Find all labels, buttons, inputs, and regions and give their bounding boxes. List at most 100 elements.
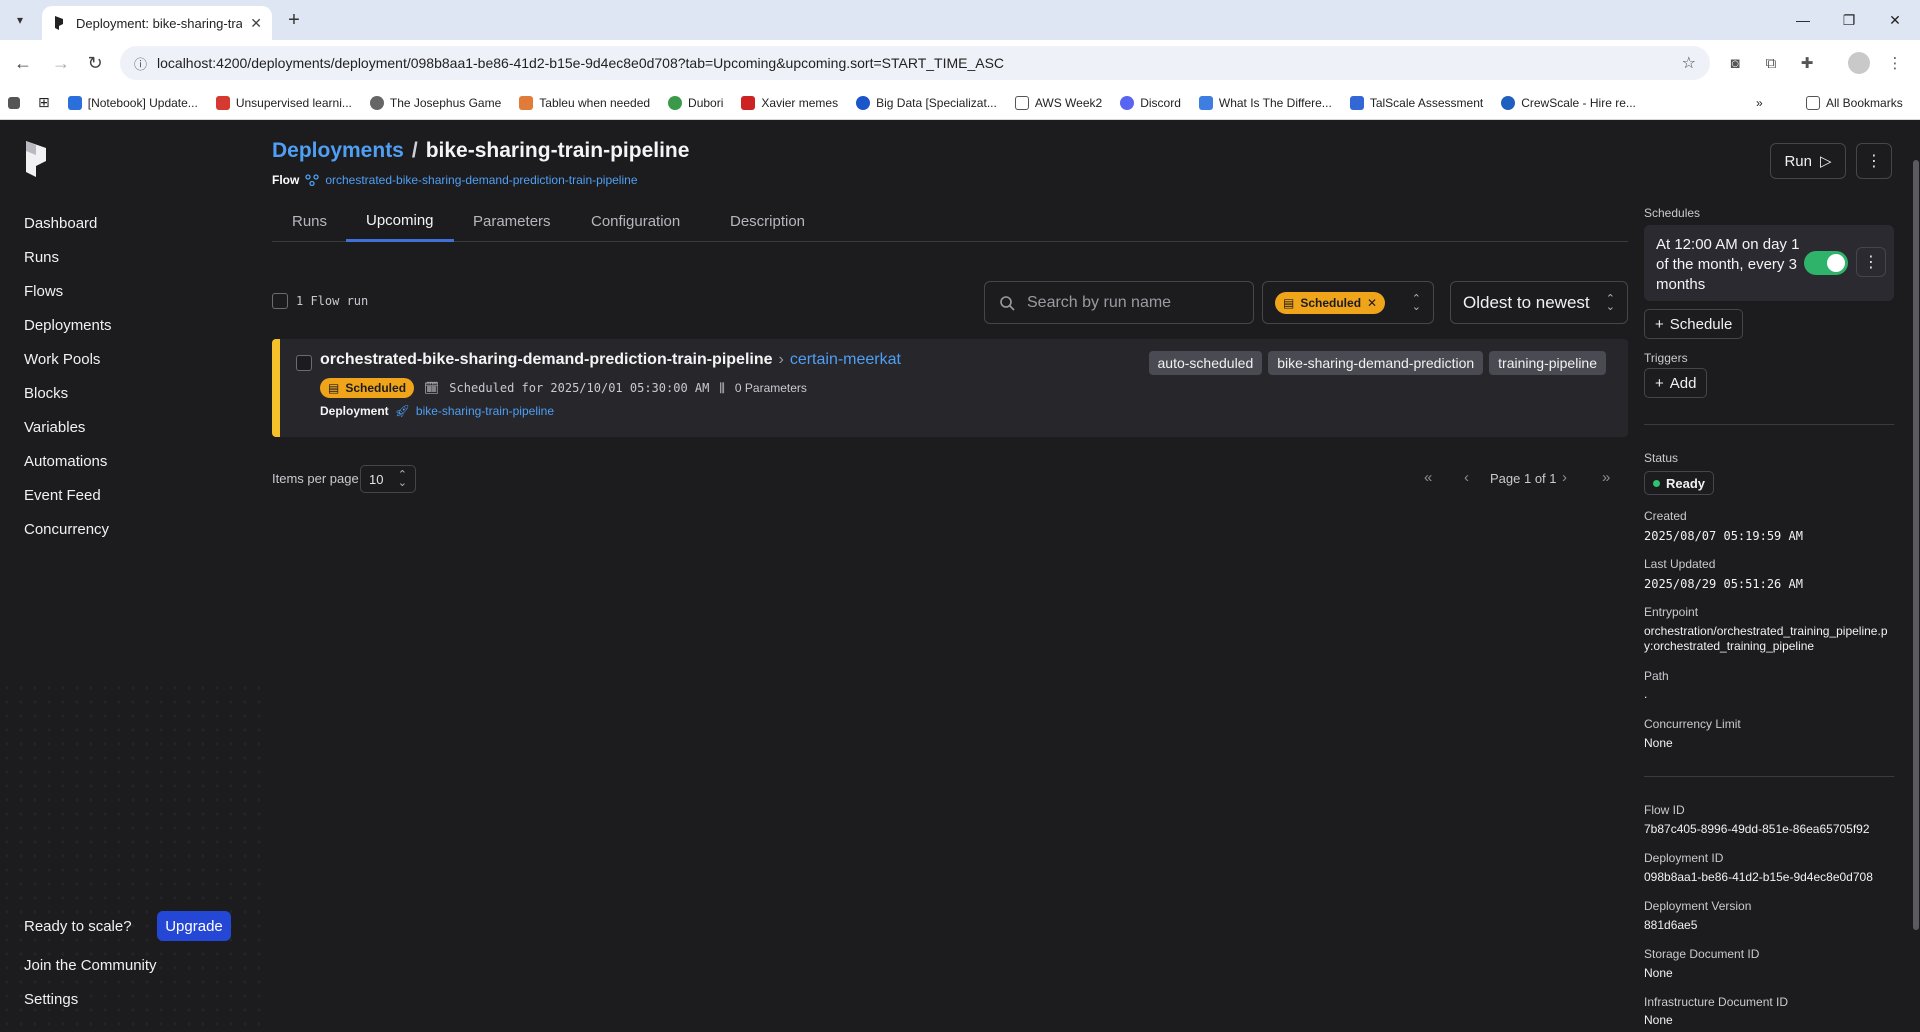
run-checkbox[interactable] <box>296 355 312 371</box>
select-all-checkbox[interactable] <box>272 293 288 309</box>
add-trigger-button[interactable]: + Add <box>1644 368 1708 398</box>
path-label: Path <box>1644 669 1669 683</box>
sidebar-item-work-pools[interactable]: Work Pools <box>24 351 100 368</box>
items-per-page-select[interactable]: 10 ⌃ ⌄ <box>360 465 416 493</box>
tab-description[interactable]: Description <box>710 201 825 242</box>
address-bar[interactable]: ⓘ localhost:4200/deployments/deployment/… <box>120 46 1710 80</box>
bookmark-item[interactable]: Xavier memes <box>741 95 838 110</box>
tag-badge: training-pipeline <box>1489 351 1606 375</box>
bookmark-folder[interactable]: AWS Week2 <box>1014 95 1102 110</box>
sidebar-toggle-icon[interactable] <box>8 96 20 109</box>
tab-close-icon[interactable]: ✕ <box>250 15 262 32</box>
bookmark-item[interactable]: Dubori <box>668 95 723 110</box>
add-schedule-label: Schedule <box>1669 315 1733 333</box>
extensions-puzzle-icon[interactable]: ✚ <box>1796 52 1818 74</box>
reload-icon[interactable]: ↻ <box>82 50 108 76</box>
schedule-toggle[interactable] <box>1804 251 1848 275</box>
tab-runs[interactable]: Runs <box>272 201 347 242</box>
sidebar-item-flows[interactable]: Flows <box>24 283 63 300</box>
back-arrow-icon[interactable]: ← <box>10 50 36 76</box>
breadcrumb-deployments-link[interactable]: Deployments <box>272 139 404 163</box>
bookmark-item[interactable]: What Is The Differe... <box>1198 95 1332 110</box>
browser-tab[interactable]: Deployment: bike-sharing-train-pipeline … <box>42 6 272 40</box>
more-options-icon[interactable]: ⋮ <box>1856 143 1892 179</box>
more-bookmarks-icon[interactable]: » <box>1756 96 1763 110</box>
infrastructure-document-label: Infrastructure Document ID <box>1644 995 1789 1009</box>
tab-search-icon[interactable]: ⧉ <box>1760 52 1782 74</box>
sidebar-item-dashboard[interactable]: Dashboard <box>24 215 97 232</box>
browser-menu-icon[interactable]: ⋮ <box>1884 52 1906 74</box>
tag-badge: bike-sharing-demand-prediction <box>1268 351 1484 375</box>
schedules-label: Schedules <box>1644 206 1701 220</box>
prefect-app: Dashboard Runs Flows Deployments Work Po… <box>0 121 1920 1032</box>
run-name-link[interactable]: certain-meerkat <box>790 351 901 369</box>
concurrency-limit-label: Concurrency Limit <box>1644 717 1741 731</box>
sidebar-item-blocks[interactable]: Blocks <box>24 385 68 402</box>
select-updown-icon: ⌃ ⌄ <box>397 469 407 489</box>
bookmark-item[interactable]: The Josephus Game <box>369 95 501 110</box>
sidebar-item-variables[interactable]: Variables <box>24 419 85 436</box>
camera-icon[interactable]: ◙ <box>1724 52 1746 74</box>
run-deployment-line: Deployment 🚀︎ bike-sharing-train-pipelin… <box>320 404 554 418</box>
bookmark-item[interactable]: Tableu when needed <box>519 95 650 110</box>
first-page-icon[interactable]: « <box>1424 469 1432 486</box>
upgrade-button[interactable]: Upgrade <box>157 911 231 941</box>
schedule-description: At 12:00 AM on day 1 of the month, every… <box>1656 236 1800 293</box>
storage-document-label: Storage Document ID <box>1644 947 1760 961</box>
run-button[interactable]: Run ▷ <box>1770 143 1846 179</box>
search-icon <box>1000 295 1015 311</box>
profile-avatar-icon[interactable] <box>1848 52 1870 74</box>
deployment-label: Deployment <box>320 404 389 418</box>
run-button-label: Run <box>1784 152 1812 170</box>
bookmark-item[interactable]: TalScale Assessment <box>1349 95 1483 110</box>
bookmark-item[interactable]: CrewScale - Hire re... <box>1501 95 1636 110</box>
bookmark-item[interactable]: Discord <box>1120 95 1181 110</box>
new-tab-plus-icon[interactable]: + <box>282 8 306 32</box>
restore-icon[interactable]: ❐ <box>1826 0 1872 40</box>
last-page-icon[interactable]: » <box>1602 469 1610 486</box>
sort-value: Oldest to newest <box>1463 292 1590 312</box>
sort-select[interactable]: Oldest to newest ⌃ ⌄ <box>1450 281 1628 324</box>
sidebar-item-concurrency[interactable]: Concurrency <box>24 521 109 538</box>
flow-link[interactable]: orchestrated-bike-sharing-demand-predict… <box>325 173 637 187</box>
deployment-link[interactable]: bike-sharing-train-pipeline <box>416 404 554 418</box>
tab-parameters[interactable]: Parameters <box>453 201 571 242</box>
close-window-icon[interactable]: ✕ <box>1872 0 1918 40</box>
bookmark-star-icon[interactable]: ☆ <box>1682 53 1696 73</box>
minimize-icon[interactable]: — <box>1780 0 1826 40</box>
apps-grid-icon[interactable]: ⊞ <box>38 94 50 111</box>
sidebar-item-event-feed[interactable]: Event Feed <box>24 487 101 504</box>
schedule-menu-icon[interactable]: ⋮ <box>1856 247 1886 277</box>
settings-link[interactable]: Settings <box>24 991 78 1008</box>
remove-filter-icon[interactable]: ✕ <box>1367 296 1377 310</box>
flow-id-label: Flow ID <box>1644 803 1685 817</box>
bookmark-item[interactable]: Unsupervised learni... <box>215 95 352 110</box>
add-schedule-button[interactable]: + Schedule <box>1644 309 1744 339</box>
search-input[interactable]: Search by run name <box>984 281 1254 324</box>
sidebar-item-runs[interactable]: Runs <box>24 249 59 266</box>
state-filter-select[interactable]: ▤ Scheduled ✕ ⌃ ⌄ <box>1262 281 1434 324</box>
join-community-link[interactable]: Join the Community <box>24 957 157 974</box>
prev-page-icon[interactable]: ‹ <box>1464 469 1469 486</box>
page-scrollbar-thumb[interactable] <box>1913 160 1919 930</box>
bookmark-item[interactable]: [Notebook] Update... <box>67 95 198 110</box>
run-flow-name[interactable]: orchestrated-bike-sharing-demand-predict… <box>320 351 773 369</box>
prefect-logo-icon[interactable] <box>24 139 50 179</box>
site-info-icon[interactable]: ⓘ <box>134 54 147 73</box>
parameters-count[interactable]: 0 Parameters <box>735 381 807 395</box>
ready-dot-icon <box>1653 479 1660 487</box>
sidebar-item-automations[interactable]: Automations <box>24 453 107 470</box>
all-bookmarks-folder[interactable]: All Bookmarks <box>1806 95 1903 110</box>
tab-configuration[interactable]: Configuration <box>571 201 700 242</box>
tab-list-chevron-icon[interactable]: ▾ <box>8 8 32 32</box>
bookmark-item[interactable]: Big Data [Specializat... <box>856 95 997 110</box>
forward-arrow-icon[interactable]: → <box>48 50 74 76</box>
sidebar-item-deployments[interactable]: Deployments <box>24 317 112 334</box>
flow-run-card[interactable]: orchestrated-bike-sharing-demand-predict… <box>272 339 1628 437</box>
pagination: Items per page 10 ⌃ ⌄ « ‹ Page 1 of 1 › » <box>272 465 1628 495</box>
status-value: Ready <box>1666 475 1706 491</box>
concurrency-limit-value: None <box>1644 736 1673 750</box>
scheduled-time: Scheduled for 2025/10/01 05:30:00 AM <box>449 381 710 395</box>
next-page-icon[interactable]: › <box>1562 469 1567 486</box>
tab-upcoming[interactable]: Upcoming <box>346 201 454 242</box>
